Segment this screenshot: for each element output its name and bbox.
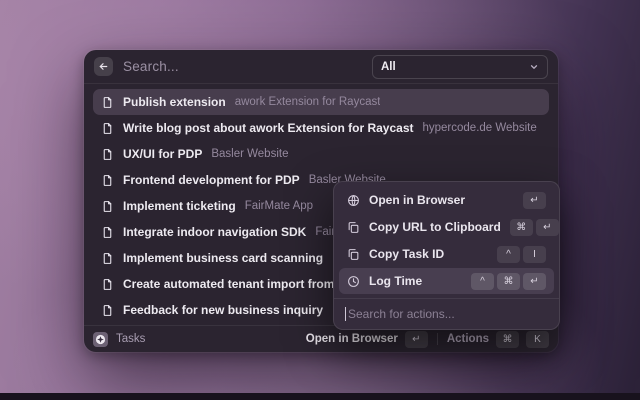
document-icon: [101, 122, 114, 135]
document-icon: [101, 304, 114, 317]
shortcut-keycap: ^: [497, 246, 520, 263]
footer-app-label: Tasks: [116, 333, 145, 345]
search-bar: Search... All: [84, 50, 558, 84]
action-menu: Open in Browser↵Copy URL to Clipboard⌘↵C…: [333, 181, 560, 330]
shortcut-keycap: ⌘: [510, 219, 533, 236]
document-icon: [101, 96, 114, 109]
desktop-background: Search... All Publish extension awork Ext…: [0, 0, 640, 400]
menu-item[interactable]: Copy Task ID ^I: [339, 241, 554, 267]
task-project: awork Extension for Raycast: [235, 96, 381, 108]
shortcut-keycap: ⌘: [497, 273, 520, 290]
menu-item[interactable]: Copy URL to Clipboard⌘↵: [339, 214, 554, 240]
cmd-keycap: ⌘: [496, 331, 519, 348]
clipboard-icon: [347, 221, 360, 234]
menu-item-label: Copy URL to Clipboard: [369, 220, 501, 234]
footer-divider: [437, 333, 438, 345]
chevron-down-icon: [529, 62, 539, 72]
task-title: Publish extension: [123, 95, 226, 109]
footer-app: Tasks: [93, 332, 145, 347]
task-title: Implement business card scanning: [123, 251, 323, 265]
shortcut-keycap: ↵: [523, 192, 546, 209]
footer-actions-button[interactable]: Actions: [447, 333, 489, 345]
menu-item[interactable]: Log Time ^⌘↵: [339, 268, 554, 294]
document-icon: [101, 148, 114, 161]
shortcut-keycap: ↵: [523, 273, 546, 290]
globe-icon: [347, 194, 360, 207]
task-title: UX/UI for PDP: [123, 147, 202, 161]
shortcut-keycap: ^: [471, 273, 494, 290]
document-icon: [101, 174, 114, 187]
text-cursor: [345, 307, 346, 321]
enter-keycap: ↵: [405, 331, 428, 348]
action-search-input[interactable]: Search for actions...: [339, 299, 554, 329]
k-keycap: K: [526, 331, 549, 348]
menu-item-label: Open in Browser: [369, 193, 465, 207]
task-title: Feedback for new business inquiry: [123, 303, 323, 317]
search-input[interactable]: Search...: [123, 59, 362, 74]
shortcut-keycap: ↵: [536, 219, 559, 236]
list-item[interactable]: Write blog post about awork Extension fo…: [93, 115, 549, 141]
menu-item-label: Copy Task ID: [369, 247, 444, 261]
clock-icon: [347, 275, 360, 288]
shortcut-keycap: I: [523, 246, 546, 263]
task-project: FairMate App: [245, 200, 313, 212]
task-title: Implement ticketing: [123, 199, 236, 213]
task-title: Write blog post about awork Extension fo…: [123, 121, 414, 135]
document-icon: [101, 200, 114, 213]
task-title: Integrate indoor navigation SDK: [123, 225, 306, 239]
list-item[interactable]: UX/UI for PDP Basler Website: [93, 141, 549, 167]
task-project: Basler Website: [211, 148, 288, 160]
menu-item[interactable]: Open in Browser ↵: [339, 187, 554, 213]
action-search-placeholder: Search for actions...: [348, 307, 455, 321]
bottom-strip: [0, 393, 640, 400]
awork-app-icon: [93, 332, 108, 347]
filter-dropdown[interactable]: All: [372, 55, 548, 79]
menu-item-label: Log Time: [369, 274, 422, 288]
list-item[interactable]: Publish extension awork Extension for Ray…: [93, 89, 549, 115]
footer-primary-action[interactable]: Open in Browser: [306, 333, 398, 345]
document-icon: [101, 226, 114, 239]
clipboard-icon: [347, 248, 360, 261]
task-title: Frontend development for PDP: [123, 173, 300, 187]
document-icon: [101, 252, 114, 265]
filter-dropdown-value: All: [381, 61, 396, 73]
arrow-left-icon: [98, 61, 109, 72]
document-icon: [101, 278, 114, 291]
back-button[interactable]: [94, 57, 113, 76]
task-project: hypercode.de Website: [423, 122, 537, 134]
